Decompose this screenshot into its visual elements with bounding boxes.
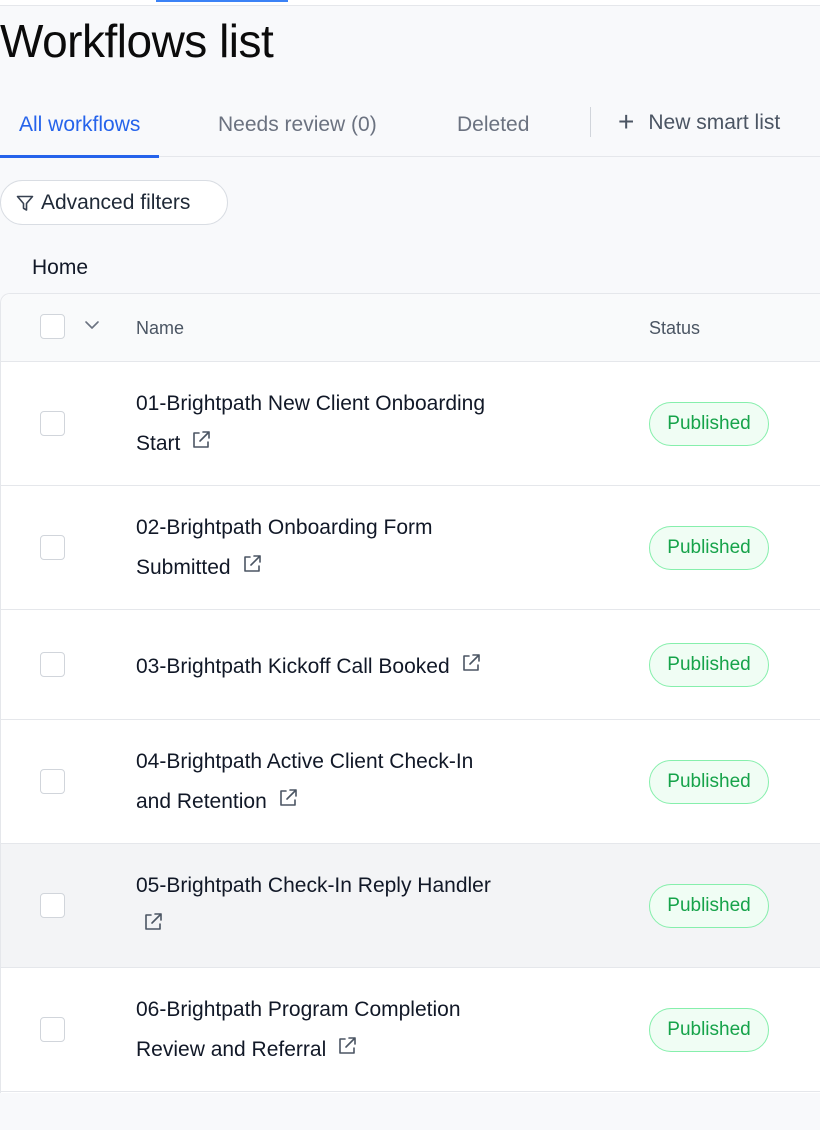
workflow-name[interactable]: 04-Brightpath Active Client Check-In and… — [136, 742, 566, 823]
status-badge: Published — [649, 643, 769, 687]
select-all-checkbox[interactable] — [40, 314, 65, 339]
tab-divider — [590, 107, 591, 137]
advanced-filters-button[interactable]: Advanced filters — [0, 180, 228, 225]
new-smart-list-button[interactable]: + New smart list — [618, 96, 780, 148]
workflow-name[interactable]: 02-Brightpath Onboarding Form Submitted — [136, 508, 566, 589]
filter-icon — [16, 195, 34, 211]
top-bar-accent — [156, 0, 288, 2]
workflow-name[interactable]: 06-Brightpath Program Completion Review … — [136, 990, 566, 1071]
top-bar — [0, 0, 820, 6]
table-header: Name Status — [1, 294, 820, 362]
workflow-name-line1: 01-Brightpath New Client Onboarding — [136, 392, 486, 415]
workflow-name-line1: 02-Brightpath Onboarding Form — [136, 516, 433, 539]
external-link-icon[interactable] — [241, 549, 263, 589]
row-checkbox[interactable] — [40, 411, 65, 436]
advanced-filters-label: Advanced filters — [41, 191, 191, 214]
row-checkbox[interactable] — [40, 535, 65, 560]
row-checkbox[interactable] — [40, 769, 65, 794]
workflow-name-line2: Submitted — [136, 556, 231, 579]
workflow-name-line2: and Retention — [136, 790, 267, 813]
page-title: Workflows list — [0, 15, 274, 67]
table-row[interactable]: 03-Brightpath Kickoff Call Booked Publis… — [1, 610, 820, 720]
external-link-icon[interactable] — [277, 783, 299, 823]
tab-needs-review[interactable]: Needs review (0) — [218, 96, 377, 157]
workflow-name[interactable]: 01-Brightpath New Client Onboarding Star… — [136, 384, 566, 465]
breadcrumb-home[interactable]: Home — [32, 256, 88, 280]
workflow-name-line2: Start — [136, 432, 181, 455]
chevron-down-icon[interactable] — [84, 320, 100, 330]
workflow-name-line2: Review and Referral — [136, 1038, 327, 1061]
status-badge: Published — [649, 402, 769, 446]
table-row[interactable]: 02-Brightpath Onboarding Form Submitted … — [1, 486, 820, 610]
tab-all-workflows[interactable]: All workflows — [0, 96, 160, 158]
workflow-name-line1: 05-Brightpath Check-In Reply Handler — [136, 874, 491, 897]
status-badge: Published — [649, 1008, 769, 1052]
new-smart-list-label: New smart list — [648, 111, 781, 134]
table-row[interactable]: 04-Brightpath Active Client Check-In and… — [1, 720, 820, 844]
status-badge: Published — [649, 760, 769, 804]
status-badge: Published — [649, 526, 769, 570]
column-header-status[interactable]: Status — [649, 294, 700, 362]
tab-deleted[interactable]: Deleted — [457, 96, 529, 157]
column-header-name[interactable]: Name — [136, 294, 184, 362]
workflows-table: Name Status 01-Brightpath New Client Onb… — [0, 293, 820, 1093]
row-checkbox[interactable] — [40, 652, 65, 677]
table-row[interactable]: 01-Brightpath New Client Onboarding Star… — [1, 362, 820, 486]
row-checkbox[interactable] — [40, 893, 65, 918]
external-link-icon[interactable] — [336, 1031, 358, 1071]
row-checkbox[interactable] — [40, 1017, 65, 1042]
external-link-icon[interactable] — [142, 907, 164, 947]
table-row[interactable]: 06-Brightpath Program Completion Review … — [1, 968, 820, 1092]
external-link-icon[interactable] — [460, 648, 482, 688]
external-link-icon[interactable] — [190, 425, 212, 465]
workflow-name-line1: 04-Brightpath Active Client Check-In — [136, 750, 474, 773]
tab-bar: All workflows Needs review (0) Deleted +… — [0, 96, 820, 158]
workflow-name-line1: 06-Brightpath Program Completion — [136, 998, 461, 1021]
workflow-name[interactable]: 05-Brightpath Check-In Reply Handler — [136, 866, 566, 947]
workflow-name-line1: 03-Brightpath Kickoff Call Booked — [136, 655, 450, 678]
status-badge: Published — [649, 884, 769, 928]
table-row[interactable]: 05-Brightpath Check-In Reply Handler Pub… — [1, 844, 820, 968]
plus-icon: + — [618, 106, 635, 137]
workflow-name[interactable]: 03-Brightpath Kickoff Call Booked — [136, 647, 566, 688]
